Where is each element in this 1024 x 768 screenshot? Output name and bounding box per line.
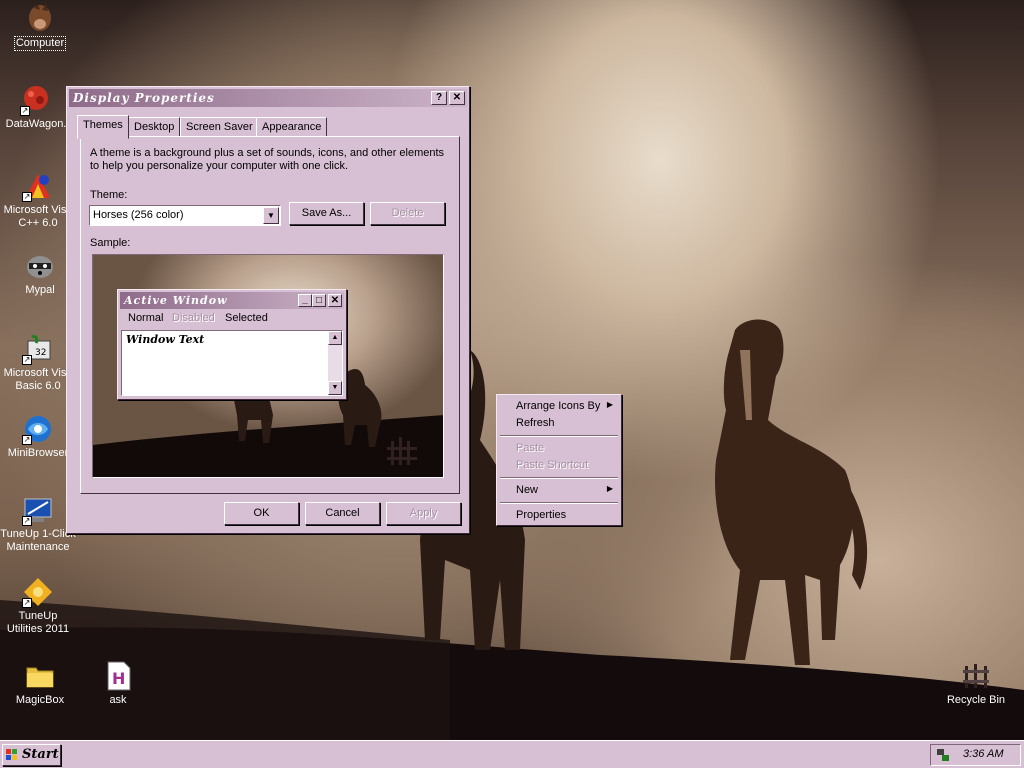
desktop-icon-label: TuneUp <box>18 610 58 622</box>
menu-item-paste[interactable]: Paste <box>516 442 544 454</box>
sample-menu-selected: Selected <box>225 312 268 324</box>
dialog-title: Display Properties <box>73 91 215 105</box>
raccoon-icon <box>24 250 56 282</box>
desktop-icon-label: DataWagon. <box>5 118 67 130</box>
close-button[interactable]: ✕ <box>449 91 465 105</box>
scroll-down-icon: ▼ <box>328 381 342 395</box>
recycle-bin-icon <box>960 660 992 692</box>
globe-icon: ↗ <box>22 413 54 445</box>
close-icon: ✕ <box>328 294 342 307</box>
sample-label: Sample: <box>90 237 131 249</box>
theme-select[interactable]: Horses (256 color) ▼ <box>89 205 281 226</box>
folder-icon <box>24 660 56 692</box>
desktop-icon-label: ask <box>109 694 127 706</box>
shortcut-arrow-icon: ↗ <box>22 516 32 526</box>
shortcut-arrow-icon: ↗ <box>22 192 32 202</box>
submenu-arrow-icon: ▶ <box>606 484 613 493</box>
visual-cpp-icon: ↗ <box>22 170 54 202</box>
start-label: Start <box>22 747 59 762</box>
sample-active-window: Active Window _ □ ✕ Normal Disabled Sele… <box>117 289 347 400</box>
tab-desktop[interactable]: Desktop <box>128 117 181 137</box>
shortcut-arrow-icon: ↗ <box>22 435 32 445</box>
clock[interactable]: 3:36 AM <box>963 748 1004 760</box>
desktop-icon-datawagon[interactable]: ↗ DataWagon. <box>0 84 76 131</box>
sample-window-text: Window Text <box>126 333 205 346</box>
desktop-icon-label: Recycle Bin <box>946 694 1006 706</box>
desktop-icon-label: Mypal <box>25 284 55 296</box>
shortcut-arrow-icon: ↗ <box>22 598 32 608</box>
menu-separator <box>500 502 618 504</box>
help-button[interactable]: ? <box>431 91 447 105</box>
tab-themes[interactable]: Themes <box>77 115 129 139</box>
shortcut-arrow-icon: ↗ <box>22 355 32 365</box>
theme-select-value: Horses (256 color) <box>93 209 184 221</box>
horse-computer-icon <box>24 2 56 34</box>
minimize-icon: _ <box>298 294 312 307</box>
tuneup-maintenance-icon: ↗ <box>22 494 54 526</box>
maximize-icon: □ <box>312 294 326 307</box>
desktop-icon-label-line2: Maintenance <box>6 541 70 553</box>
save-as-button[interactable]: Save As... <box>289 202 364 225</box>
taskbar: Start 3:36 AM <box>0 740 1024 768</box>
tab-screen-saver[interactable]: Screen Saver <box>180 117 259 137</box>
desktop-icon-tuneup-utilities[interactable]: ↗ TuneUp Utilities 2011 <box>0 576 78 636</box>
sample-menu-normal: Normal <box>128 312 164 324</box>
datawagon-icon: ↗ <box>20 84 52 116</box>
tuneup-utilities-icon: ↗ <box>22 576 54 608</box>
menu-item-properties[interactable]: Properties <box>516 509 566 521</box>
desktop-icon-label: MagicBox <box>15 694 65 706</box>
desktop-icon-label: Computer <box>13 36 67 51</box>
desktop-icon-label: MiniBrowser <box>7 447 69 459</box>
document-h-icon: H <box>102 660 134 692</box>
dialog-titlebar[interactable]: Display Properties ? ✕ <box>69 89 467 107</box>
menu-separator <box>500 435 618 437</box>
delete-button[interactable]: Delete <box>370 202 445 225</box>
chevron-down-icon[interactable]: ▼ <box>263 207 279 224</box>
network-icon[interactable] <box>936 748 950 762</box>
start-button[interactable]: Start <box>2 744 61 766</box>
desktop-icon-recycle-bin[interactable]: Recycle Bin <box>936 660 1016 707</box>
menu-separator <box>500 477 618 479</box>
sample-scrollbar: ▲ ▼ <box>328 331 342 395</box>
submenu-arrow-icon: ▶ <box>606 400 613 409</box>
menu-item-refresh[interactable]: Refresh <box>516 417 555 429</box>
theme-label: Theme: <box>90 189 128 201</box>
system-tray: 3:36 AM <box>930 744 1021 766</box>
theme-description: A theme is a background plus a set of so… <box>90 147 445 172</box>
desktop-icon-magicbox[interactable]: MagicBox <box>0 660 80 707</box>
sample-text-area: Window Text ▲ ▼ <box>121 330 343 396</box>
desktop-context-menu: Arrange Icons By ▶ Refresh Paste Paste S… <box>496 394 622 526</box>
sample-menubar: Normal Disabled Selected <box>123 312 343 327</box>
shortcut-arrow-icon: ↗ <box>20 106 30 116</box>
desktop-icon-computer[interactable]: Computer <box>0 2 80 51</box>
scroll-up-icon: ▲ <box>328 331 342 345</box>
visual-basic-icon: 32 ↗ <box>22 333 54 365</box>
menu-item-arrange-icons-by[interactable]: Arrange Icons By <box>516 400 600 412</box>
ok-button[interactable]: OK <box>224 502 299 525</box>
menu-item-paste-shortcut[interactable]: Paste Shortcut <box>516 459 588 471</box>
cancel-button[interactable]: Cancel <box>305 502 380 525</box>
svg-text:H: H <box>112 669 125 688</box>
tab-appearance[interactable]: Appearance <box>256 117 328 137</box>
sample-window-title: Active Window <box>124 294 228 307</box>
desktop-icon-ask[interactable]: H ask <box>78 660 158 707</box>
windows-logo-icon <box>6 749 18 761</box>
desktop-icon-label-line2: Utilities 2011 <box>6 623 70 635</box>
apply-button[interactable]: Apply <box>386 502 461 525</box>
sample-titlebar: Active Window _ □ ✕ <box>120 292 344 309</box>
menu-item-new[interactable]: New <box>516 484 538 496</box>
sample-menu-disabled: Disabled <box>172 312 215 324</box>
svg-text:32: 32 <box>35 348 46 358</box>
